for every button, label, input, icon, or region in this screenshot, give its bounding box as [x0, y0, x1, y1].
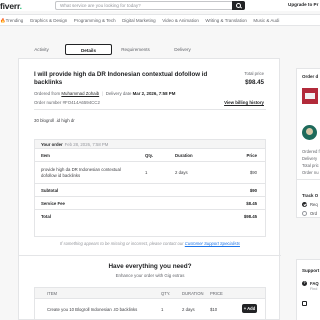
delivery-label: Delivery — [302, 156, 318, 161]
service-fee-row: Service Fee $8.45 — [35, 197, 265, 210]
order-summary-table: Your order Feb 28, 2026, 7:58 PM Item Qty… — [34, 139, 266, 237]
upgrade-link[interactable]: Upgrade to Pr — [288, 2, 318, 7]
sidebar-order-details: Order d Ordered f Delivery Total pric Or… — [296, 68, 320, 218]
search-icon[interactable] — [232, 1, 245, 10]
total-row: Total $98.45 — [41, 214, 257, 219]
logo-text: fiverr — [0, 1, 20, 11]
category-graphics-design[interactable]: Graphics & Design — [30, 18, 68, 24]
category-music-audio[interactable]: Music & Audi — [253, 18, 279, 24]
tab-requirements[interactable]: Requirements — [112, 44, 159, 55]
total-price-label: Total price — [244, 71, 264, 76]
divider — [297, 179, 320, 180]
gig-title[interactable]: I will provide high da DR Indonesian con… — [34, 71, 214, 87]
order-details-card: I will provide high da DR Indonesian con… — [18, 58, 281, 320]
avatar[interactable] — [302, 125, 317, 140]
question-icon: ? — [302, 281, 307, 286]
meta-divider: | — [101, 91, 104, 96]
divider — [34, 109, 266, 110]
delivery-date: Mar 2, 2026, 7:58 PM — [132, 91, 176, 96]
view-billing-history-link[interactable]: View billing history — [224, 100, 264, 105]
table-header: ITEM QTY. DURATION PRICE — [35, 288, 265, 299]
seller-link[interactable]: Muhammad Zohaib — [61, 91, 99, 96]
track-step-label: Req — [310, 202, 318, 207]
search-input[interactable]: What service are you looking for today? — [55, 1, 245, 10]
gig-thumbnail[interactable] — [302, 88, 318, 104]
category-trending[interactable]: 🔥Trending — [0, 18, 23, 24]
gig-extras-table: ITEM QTY. DURATION PRICE Create you 10 B… — [34, 287, 266, 320]
order-note: 30 blogroll .id high dr — [34, 118, 75, 123]
order-meta: Ordered from Muhammad Zohaib | Delivery … — [34, 91, 176, 96]
ordered-from-label: Ordered f — [302, 149, 320, 154]
category-programming-tech[interactable]: Programming & Tech — [74, 18, 116, 24]
help-text: If something appears to be missing or in… — [60, 241, 240, 246]
category-nav: 🔥Trending Graphics & Design Programming … — [0, 14, 320, 26]
divider — [19, 255, 281, 256]
your-order-header: Your order Feb 28, 2026, 7:58 PM — [35, 140, 265, 149]
category-writing-translation[interactable]: Writing & Translation — [205, 18, 246, 24]
support-title: Support — [302, 268, 320, 273]
subtotal-row: Subtotal $90 — [35, 184, 265, 197]
category-digital-marketing[interactable]: Digital Marketing — [122, 18, 156, 24]
extras-subtitle: Enhance your order with Gig extras — [115, 273, 185, 278]
tab-delivery[interactable]: Delivery — [159, 44, 206, 55]
table-row: provide high da DR Indonesian contextual… — [35, 162, 265, 184]
customer-support-link[interactable]: Customer Support Specialists — [185, 241, 240, 246]
order-number-label: Order nu — [302, 170, 319, 175]
faq-subtitle: Find — [310, 287, 318, 291]
sidebar-support: Support ? FAQ Find — [296, 259, 320, 320]
track-order-title: Track O — [302, 193, 319, 198]
track-step-label: Ord — [310, 211, 317, 216]
sidebar-title: Order d — [302, 74, 319, 79]
top-header: fiverr. What service are you looking for… — [0, 0, 320, 11]
category-video-animation[interactable]: Video & Animation — [162, 18, 199, 24]
extras-title: Have everything you need? — [108, 263, 192, 270]
search-placeholder: What service are you looking for today? — [60, 3, 141, 9]
order-number: Order number #FO414A6594CC2 — [34, 100, 100, 105]
tab-details[interactable]: Details — [65, 44, 112, 55]
total-price-value: $98.45 — [245, 79, 264, 86]
message-icon[interactable] — [302, 301, 307, 306]
logo-dot: . — [19, 1, 22, 11]
check-icon — [302, 202, 307, 207]
order-tabs: Activity Details Requirements Delivery — [18, 44, 258, 55]
total-price-label: Total pric — [302, 163, 319, 168]
fiverr-logo[interactable]: fiverr. — [0, 1, 22, 11]
radio-icon — [302, 211, 307, 216]
tab-activity[interactable]: Activity — [18, 44, 65, 55]
faq-link[interactable]: FAQ — [310, 281, 319, 286]
add-extra-button[interactable]: + Add — [242, 304, 257, 313]
table-header: Item Qty. Duration Price — [35, 149, 265, 162]
table-row: Create you 10 Blogroll Indonesian .ID ba… — [47, 304, 257, 313]
